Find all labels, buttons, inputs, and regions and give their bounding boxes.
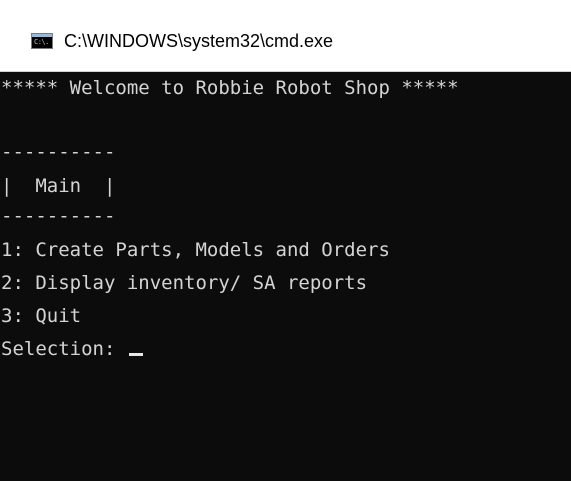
menu-option-create: 1: Create Parts, Models and Orders — [1, 239, 390, 261]
separator-top: ---------- — [1, 141, 116, 163]
text-cursor — [128, 353, 143, 356]
separator-bottom: ---------- — [1, 205, 116, 227]
console-icon-glyph: C:\. — [34, 38, 49, 46]
console-icon[interactable]: C:\. — [31, 33, 53, 49]
menu-option-quit: 3: Quit — [1, 305, 82, 327]
selection-prompt-line[interactable]: Selection: — [1, 339, 143, 359]
window-title: C:\WINDOWS\system32\cmd.exe — [64, 31, 334, 51]
title-bar[interactable]: C:\. C:\WINDOWS\system32\cmd.exe — [0, 0, 571, 72]
console-output[interactable]: ***** Welcome to Robbie Robot Shop *****… — [0, 72, 571, 481]
menu-title: | Main | — [1, 175, 116, 197]
console-window: C:\. C:\WINDOWS\system32\cmd.exe ***** W… — [0, 0, 571, 481]
menu-option-display: 2: Display inventory/ SA reports — [1, 272, 368, 294]
welcome-line: ***** Welcome to Robbie Robot Shop ***** — [1, 77, 459, 99]
selection-prompt: Selection: — [1, 338, 127, 360]
